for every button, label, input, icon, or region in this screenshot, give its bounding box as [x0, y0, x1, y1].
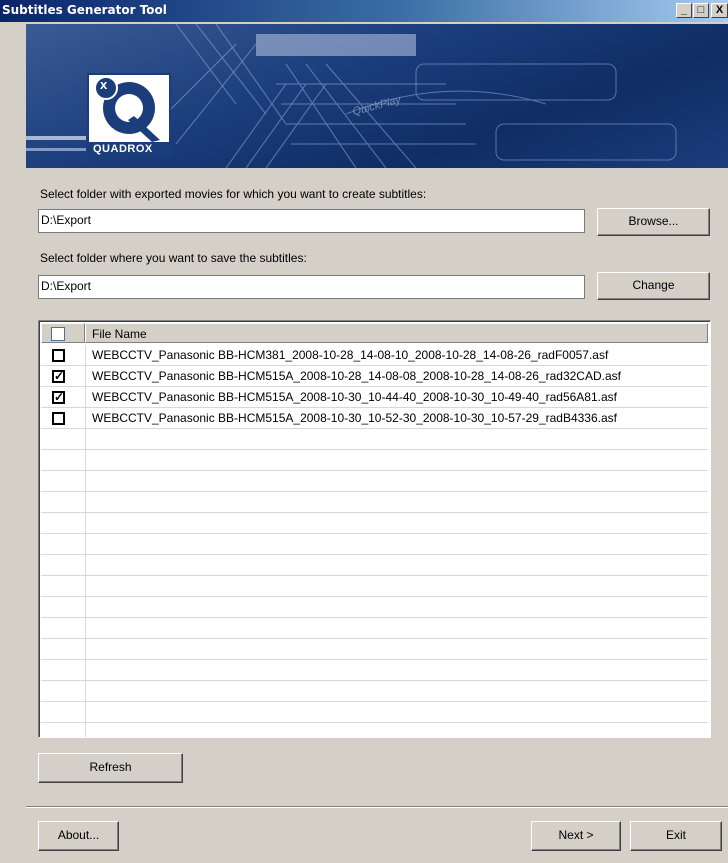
file-name: WEBCCTV_Panasonic BB-HCM515A_2008-10-30_… [92, 390, 617, 404]
minimize-button[interactable]: _ [676, 3, 692, 18]
empty-row [41, 555, 708, 576]
maximize-button[interactable]: □ [693, 3, 709, 18]
window-title: Subtitles Generator Tool [2, 3, 167, 17]
row-checkbox[interactable] [52, 349, 65, 362]
empty-row [41, 534, 708, 555]
header-file-name[interactable]: File Name [85, 323, 708, 343]
column-separator [85, 387, 86, 408]
select-all-checkbox[interactable] [51, 327, 65, 341]
header-check-cell[interactable] [41, 323, 85, 343]
table-row[interactable]: WEBCCTV_Panasonic BB-HCM381_2008-10-28_1… [41, 345, 708, 366]
row-checkbox[interactable]: ✓ [52, 391, 65, 404]
column-separator [85, 555, 86, 576]
column-separator [85, 513, 86, 534]
file-list[interactable]: File Name WEBCCTV_Panasonic BB-HCM381_20… [38, 320, 711, 738]
column-separator [85, 702, 86, 723]
table-row[interactable]: ✓ WEBCCTV_Panasonic BB-HCM515A_2008-10-30… [41, 387, 708, 408]
column-separator [85, 681, 86, 702]
row-checkbox[interactable] [52, 412, 65, 425]
column-separator [85, 408, 86, 429]
maximize-icon: □ [697, 4, 705, 16]
export-folder-input[interactable]: D:\Export [38, 209, 585, 233]
column-separator [85, 450, 86, 471]
minimize-icon: _ [680, 4, 688, 16]
refresh-button[interactable]: Refresh [38, 753, 183, 783]
table-row[interactable]: WEBCCTV_Panasonic BB-HCM515A_2008-10-30_… [41, 408, 708, 429]
table-row[interactable]: ✓ WEBCCTV_Panasonic BB-HCM515A_2008-10-28… [41, 366, 708, 387]
empty-row [41, 723, 708, 737]
logo-letter-x: x [100, 77, 108, 92]
about-button[interactable]: About... [38, 821, 119, 851]
change-button[interactable]: Change [597, 272, 710, 300]
save-folder-label: Select folder where you want to save the… [40, 251, 307, 265]
column-separator [85, 345, 86, 366]
column-separator [85, 597, 86, 618]
title-bar: Subtitles Generator Tool _ □ X [0, 0, 728, 22]
empty-row [41, 513, 708, 534]
empty-row [41, 576, 708, 597]
row-checkbox[interactable]: ✓ [52, 370, 65, 383]
exit-button[interactable]: Exit [630, 821, 722, 851]
export-folder-label: Select folder with exported movies for w… [40, 187, 427, 201]
column-separator [85, 366, 86, 387]
close-button[interactable]: X [711, 3, 728, 18]
empty-row [41, 681, 708, 702]
column-separator [85, 576, 86, 597]
empty-row [41, 429, 708, 450]
file-name-column-label: File Name [92, 327, 147, 341]
brand-name: QUADROX [93, 143, 153, 155]
quadrox-banner: x QUADROX QuickPlay [26, 24, 728, 168]
column-separator [85, 429, 86, 450]
column-separator [85, 660, 86, 681]
column-separator [85, 618, 86, 639]
save-folder-input[interactable]: D:\Export [38, 275, 585, 299]
close-icon: X [715, 4, 724, 16]
empty-row [41, 639, 708, 660]
empty-row [41, 492, 708, 513]
empty-row [41, 702, 708, 723]
check-mark-icon: ✓ [54, 390, 65, 404]
column-separator [85, 534, 86, 555]
file-name: WEBCCTV_Panasonic BB-HCM381_2008-10-28_1… [92, 348, 609, 362]
empty-row [41, 471, 708, 492]
empty-row [41, 597, 708, 618]
column-separator [85, 471, 86, 492]
empty-row [41, 660, 708, 681]
column-separator [85, 639, 86, 660]
footer-divider [26, 806, 728, 808]
column-separator [85, 723, 86, 737]
column-separator [85, 492, 86, 513]
browse-button[interactable]: Browse... [597, 208, 710, 236]
list-header: File Name [41, 323, 708, 343]
check-mark-icon: ✓ [54, 369, 65, 383]
file-name: WEBCCTV_Panasonic BB-HCM515A_2008-10-28_… [92, 369, 621, 383]
file-name: WEBCCTV_Panasonic BB-HCM515A_2008-10-30_… [92, 411, 617, 425]
empty-row [41, 618, 708, 639]
empty-row [41, 450, 708, 471]
next-button[interactable]: Next > [531, 821, 621, 851]
